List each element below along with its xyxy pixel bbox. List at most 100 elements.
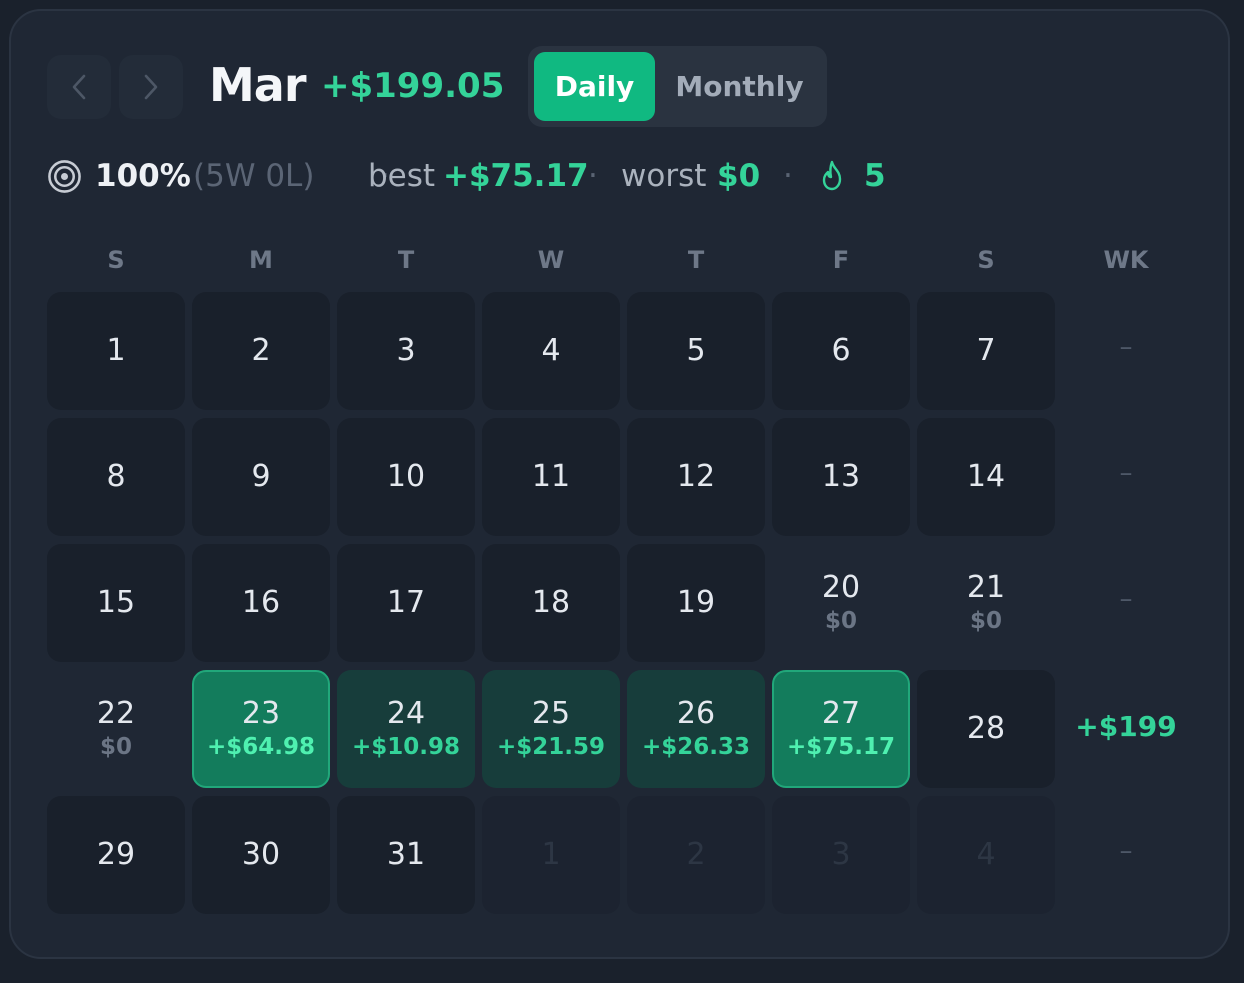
day-cell[interactable]: 1: [47, 292, 185, 410]
day-number: 16: [241, 585, 281, 620]
day-cell[interactable]: 8: [47, 418, 185, 536]
day-number: 30: [241, 837, 281, 872]
day-cell[interactable]: 19: [627, 544, 765, 662]
day-number: 12: [676, 459, 716, 494]
day-cell[interactable]: 14: [917, 418, 1055, 536]
day-cell[interactable]: 18: [482, 544, 620, 662]
week-total: –: [1119, 332, 1133, 362]
day-cell[interactable]: 23 +$64.98: [192, 670, 330, 788]
day-cell[interactable]: 16: [192, 544, 330, 662]
day-pnl: +$21.59: [496, 734, 606, 760]
day-cell[interactable]: 28: [917, 670, 1055, 788]
day-cell[interactable]: 5: [627, 292, 765, 410]
day-cell: 2: [627, 796, 765, 914]
worst-label: worst: [621, 158, 707, 194]
week-total-header: WK: [1103, 246, 1149, 274]
day-number: 7: [976, 333, 996, 368]
target-icon: [48, 160, 81, 193]
day-number: 17: [386, 585, 426, 620]
day-number: 24: [386, 696, 426, 731]
day-number: 11: [531, 459, 571, 494]
day-cell[interactable]: 3: [337, 292, 475, 410]
chevron-right-icon: [144, 74, 158, 100]
day-number: 1: [541, 837, 561, 872]
day-cell[interactable]: 6: [772, 292, 910, 410]
day-cell[interactable]: 29: [47, 796, 185, 914]
day-cell: 1: [482, 796, 620, 914]
day-number: 3: [831, 837, 851, 872]
day-number: 18: [531, 585, 571, 620]
day-pnl: +$64.98: [206, 734, 316, 760]
day-number: 19: [676, 585, 716, 620]
week-total: –: [1119, 836, 1133, 866]
day-pnl: $0: [969, 608, 1002, 634]
day-number: 22: [96, 696, 136, 731]
day-cell[interactable]: 26 +$26.33: [627, 670, 765, 788]
day-number: 20: [821, 570, 861, 605]
day-number: 26: [676, 696, 716, 731]
weekday-label: T: [397, 246, 415, 274]
monthly-view-button[interactable]: Monthly: [658, 52, 821, 121]
day-cell[interactable]: 7: [917, 292, 1055, 410]
week-total: –: [1119, 584, 1133, 614]
day-number: 5: [686, 333, 706, 368]
day-cell[interactable]: 25 +$21.59: [482, 670, 620, 788]
win-rate: 100%: [95, 158, 191, 194]
week-total: +$199: [1075, 710, 1177, 743]
separator: ·: [783, 158, 793, 194]
day-cell[interactable]: 12: [627, 418, 765, 536]
month-total: +$199.05: [321, 66, 505, 106]
day-pnl: +$10.98: [351, 734, 461, 760]
worst-value: $0: [717, 158, 761, 194]
stats-row: 100% (5W 0L) · best +$75.17 · worst $0 ·…: [47, 154, 947, 198]
daily-view-button[interactable]: Daily: [534, 52, 655, 121]
day-number: 4: [541, 333, 561, 368]
day-number: 13: [821, 459, 861, 494]
day-cell[interactable]: 13: [772, 418, 910, 536]
day-cell[interactable]: 21 $0: [917, 544, 1055, 662]
view-toggle: Daily Monthly: [528, 46, 827, 127]
win-loss-record: (5W 0L): [193, 158, 315, 194]
day-cell[interactable]: 4: [482, 292, 620, 410]
day-pnl: +$26.33: [641, 734, 751, 760]
day-cell: 3: [772, 796, 910, 914]
streak-count: 5: [864, 158, 886, 194]
day-number: 10: [386, 459, 426, 494]
day-cell[interactable]: 15: [47, 544, 185, 662]
weekday-label: S: [107, 246, 125, 274]
day-cell[interactable]: 17: [337, 544, 475, 662]
day-cell[interactable]: 20 $0: [772, 544, 910, 662]
day-number: 25: [531, 696, 571, 731]
weekday-label: F: [832, 246, 850, 274]
day-number: 21: [966, 570, 1006, 605]
day-number: 3: [396, 333, 416, 368]
flame-icon: [822, 160, 842, 191]
day-pnl: +$75.17: [786, 734, 896, 760]
day-number: 9: [251, 459, 271, 494]
day-number: 8: [106, 459, 126, 494]
best-value: +$75.17: [443, 158, 589, 194]
day-cell[interactable]: 9: [192, 418, 330, 536]
weekday-label: M: [249, 246, 273, 274]
week-total: –: [1119, 458, 1133, 488]
day-number: 2: [251, 333, 271, 368]
chevron-left-icon: [72, 74, 86, 100]
day-number: 28: [966, 711, 1006, 746]
day-number: 1: [106, 333, 126, 368]
day-cell[interactable]: 2: [192, 292, 330, 410]
day-pnl: $0: [99, 734, 132, 760]
day-cell[interactable]: 10: [337, 418, 475, 536]
day-cell[interactable]: 31: [337, 796, 475, 914]
day-cell[interactable]: 30: [192, 796, 330, 914]
day-cell[interactable]: 11: [482, 418, 620, 536]
day-cell[interactable]: 27 +$75.17: [772, 670, 910, 788]
month-title: Mar: [209, 58, 307, 112]
day-cell[interactable]: 24 +$10.98: [337, 670, 475, 788]
day-number: 14: [966, 459, 1006, 494]
day-number: 4: [976, 837, 996, 872]
day-number: 29: [96, 837, 136, 872]
next-month-button[interactable]: [119, 55, 183, 119]
day-cell: 4: [917, 796, 1055, 914]
prev-month-button[interactable]: [47, 55, 111, 119]
day-cell[interactable]: 22 $0: [47, 670, 185, 788]
